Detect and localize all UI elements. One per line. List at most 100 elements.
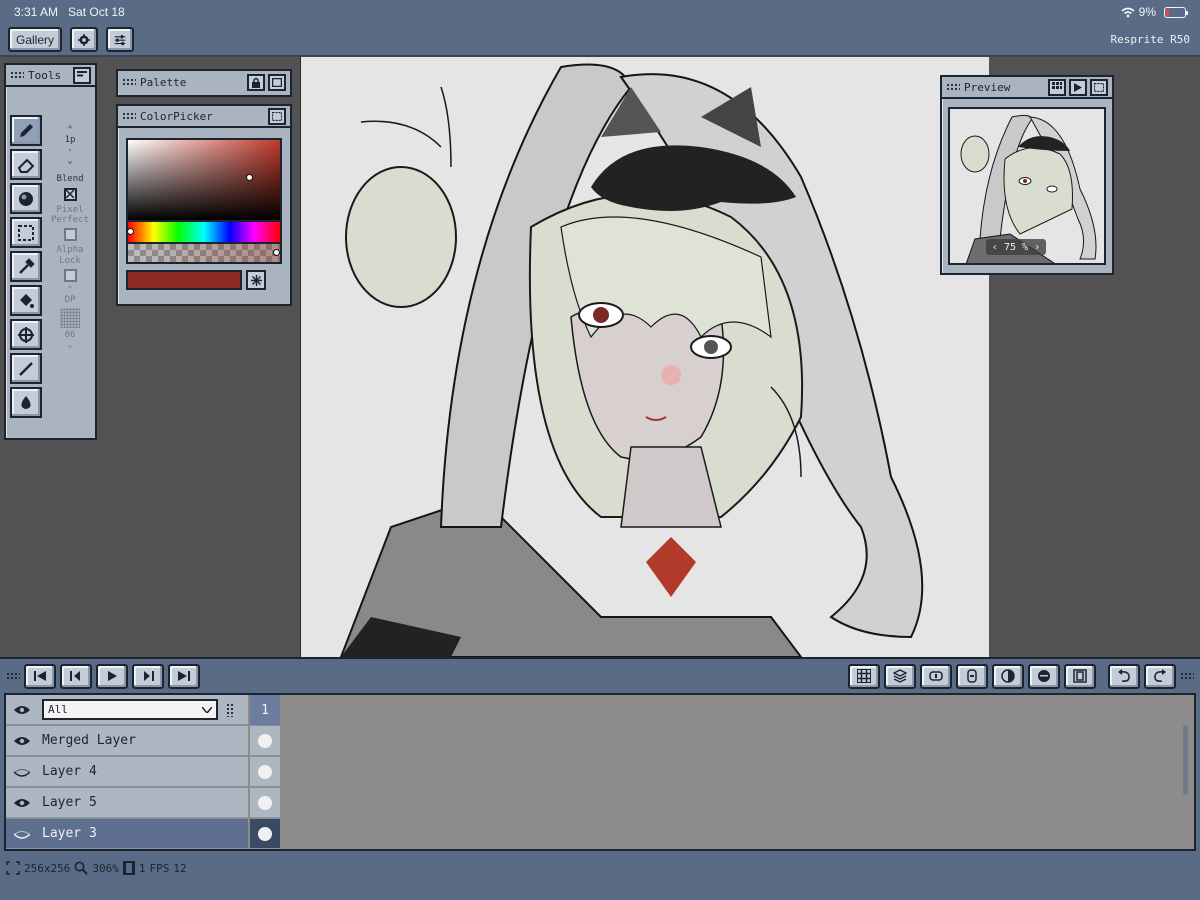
preview-play-button[interactable] [1069, 78, 1087, 96]
layer-row[interactable]: Merged Layer [6, 726, 248, 756]
size-down-icon[interactable]: ⌄ [48, 156, 92, 166]
gallery-button[interactable]: Gallery [8, 27, 63, 52]
zoom-out-icon[interactable]: ‹ [992, 242, 1004, 253]
tools-panel-header[interactable]: Tools [6, 65, 95, 87]
layer-visibility-toggle[interactable] [6, 798, 38, 808]
eyedropper-tool-button[interactable] [10, 251, 42, 282]
zoom-in-icon[interactable]: › [1028, 242, 1040, 253]
checkmark-icon [66, 190, 74, 199]
drag-handle-icon[interactable] [122, 77, 136, 87]
play-icon [108, 671, 117, 681]
pingpong-button[interactable] [956, 663, 988, 689]
loop-button[interactable] [920, 663, 952, 689]
artboard[interactable] [300, 57, 989, 657]
drag-handle-icon[interactable] [946, 82, 960, 92]
frame-cel[interactable] [250, 726, 280, 756]
first-frame-button[interactable] [24, 663, 56, 689]
drag-handle-icon[interactable] [1180, 671, 1194, 681]
frame-bounds-button[interactable] [1064, 663, 1096, 689]
palette-expand-button[interactable] [268, 73, 286, 91]
pixel-perfect-checkbox[interactable] [63, 228, 77, 242]
preview-panel-header[interactable]: Preview [942, 77, 1112, 99]
move-tool-button[interactable] [10, 319, 42, 350]
alpha-slider[interactable] [126, 244, 282, 264]
preview-menu-button[interactable] [1090, 78, 1108, 96]
eraser-icon [17, 158, 35, 173]
frame-cel[interactable] [250, 788, 280, 818]
status-time: 3:31 AM [14, 5, 59, 19]
alpha-handle[interactable] [273, 249, 280, 256]
palette-panel-header[interactable]: Palette [118, 71, 290, 93]
pencil-icon [20, 123, 33, 137]
current-color-swatch[interactable] [126, 270, 242, 290]
drag-handle-icon[interactable] [122, 111, 136, 121]
hue-slider[interactable] [126, 222, 282, 244]
frame-grid-button[interactable] [848, 663, 880, 689]
alpha-lock-checkbox[interactable] [63, 269, 77, 283]
panel-menu-icon [272, 111, 282, 121]
layer-row[interactable]: Layer 4 [6, 757, 248, 787]
layer-row[interactable]: Layer 5 [6, 788, 248, 818]
frames-icon [122, 861, 135, 875]
colorpicker-menu-button[interactable] [268, 107, 286, 125]
redo-icon [1154, 669, 1166, 682]
palette-lock-button[interactable] [247, 73, 265, 91]
eraser-tool-button[interactable] [10, 149, 42, 180]
sv-cursor[interactable] [245, 174, 253, 182]
undo-button[interactable] [1108, 663, 1140, 689]
layer-visibility-toggle[interactable] [6, 736, 38, 746]
layer-row[interactable]: Layer 3 [6, 819, 248, 849]
pencil-tool-button[interactable] [10, 115, 42, 146]
layer-drag-handle-icon[interactable] [226, 702, 235, 717]
fill-tool-button[interactable] [10, 285, 42, 316]
frame-cel[interactable] [250, 819, 280, 849]
alpha-gradient [128, 244, 280, 262]
drag-handle-icon[interactable] [10, 70, 24, 80]
frame-number-header[interactable]: 1 [250, 695, 280, 725]
layer-visibility-toggle[interactable] [6, 767, 38, 777]
hue-handle[interactable] [127, 228, 134, 235]
dither-down-icon[interactable]: ⌄ [48, 340, 92, 350]
dither-up-icon[interactable]: ⌃ [48, 285, 92, 295]
shade-tool-button[interactable] [10, 183, 42, 214]
layer-scrollbar[interactable] [1183, 725, 1188, 795]
mask-button[interactable] [1028, 663, 1060, 689]
line-tool-button[interactable] [10, 353, 42, 384]
smudge-tool-button[interactable] [10, 387, 42, 418]
previous-frame-button[interactable] [60, 663, 92, 689]
size-up-icon[interactable]: ⌃ [48, 125, 92, 135]
last-frame-button[interactable] [168, 663, 200, 689]
layers-button[interactable] [884, 663, 916, 689]
frame-count-value: 1 [138, 861, 146, 875]
drag-handle-icon[interactable] [6, 671, 20, 681]
preview-thumbnail[interactable]: ‹ 75 % › [948, 107, 1106, 265]
cel-dot-icon [258, 826, 272, 841]
palette-panel: Palette [116, 69, 292, 97]
blend-checkbox[interactable] [63, 187, 77, 201]
toggle-all-visibility-button[interactable] [6, 705, 38, 715]
selection-icon [18, 224, 34, 241]
dither-pattern-icon [60, 307, 80, 328]
colorpicker-panel-header[interactable]: ColorPicker [118, 106, 290, 128]
play-button[interactable] [96, 663, 128, 689]
timeline-tools [848, 663, 1194, 689]
redo-button[interactable] [1144, 663, 1176, 689]
layer-filter-select[interactable]: All [42, 699, 218, 720]
panel-menu-icon [1094, 82, 1104, 92]
size-separator: · [67, 145, 73, 156]
settings-button[interactable] [70, 27, 99, 52]
frame-cel[interactable] [250, 757, 280, 787]
skip-end-icon [178, 671, 190, 681]
onion-skin-button[interactable] [992, 663, 1024, 689]
next-frame-button[interactable] [132, 663, 164, 689]
color-options-button[interactable] [246, 270, 266, 290]
preview-zoom-control[interactable]: ‹ 75 % › [986, 239, 1046, 255]
layer-visibility-toggle[interactable] [6, 829, 38, 839]
saturation-value-field[interactable] [126, 138, 282, 222]
panel-menu-button[interactable] [73, 66, 91, 84]
cel-dot-icon [258, 764, 272, 779]
selection-tool-button[interactable] [10, 217, 42, 248]
adjustments-button[interactable] [106, 27, 135, 52]
preview-grid-button[interactable] [1048, 78, 1066, 96]
layer-list: All 1 Merged Layer Layer 4 Layer 5 Layer 3 [4, 693, 1196, 851]
